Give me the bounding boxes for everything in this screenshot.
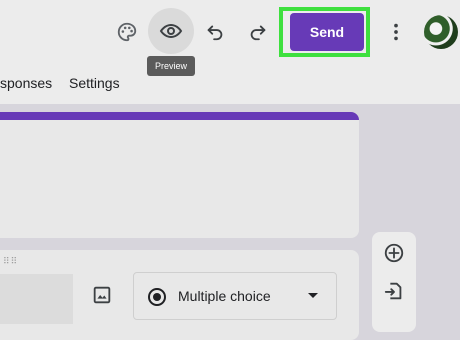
image-icon	[93, 286, 111, 304]
import-questions-icon	[384, 282, 402, 300]
chevron-down-icon	[308, 293, 318, 298]
undo-button[interactable]	[200, 16, 230, 46]
redo-icon	[250, 25, 266, 41]
preview-tooltip: Preview	[147, 56, 195, 76]
drag-handle-icon[interactable]: ⠿⠿	[3, 256, 18, 267]
radio-button-icon	[148, 288, 166, 306]
redo-button[interactable]	[243, 16, 273, 46]
palette-icon	[117, 22, 137, 42]
floating-side-toolbar	[372, 232, 416, 332]
add-image-button[interactable]	[91, 284, 113, 306]
form-title-card[interactable]	[0, 112, 359, 238]
tab-settings[interactable]: Settings	[69, 75, 120, 91]
more-options-button[interactable]	[381, 17, 411, 47]
avatar[interactable]	[424, 15, 458, 49]
add-question-button[interactable]	[383, 242, 405, 264]
question-title-field[interactable]	[0, 274, 73, 324]
import-questions-button[interactable]	[383, 280, 405, 302]
preview-button[interactable]	[156, 16, 186, 46]
undo-icon	[207, 25, 223, 41]
question-type-label: Multiple choice	[178, 288, 271, 304]
customize-theme-button[interactable]	[112, 17, 142, 47]
eye-icon	[159, 23, 183, 39]
question-type-dropdown[interactable]: Multiple choice	[133, 272, 337, 320]
send-button[interactable]: Send	[290, 13, 364, 51]
tab-responses[interactable]: sponses	[0, 75, 52, 91]
add-question-icon	[384, 243, 404, 263]
title-card-accent	[0, 112, 359, 120]
more-vert-icon	[394, 23, 398, 41]
